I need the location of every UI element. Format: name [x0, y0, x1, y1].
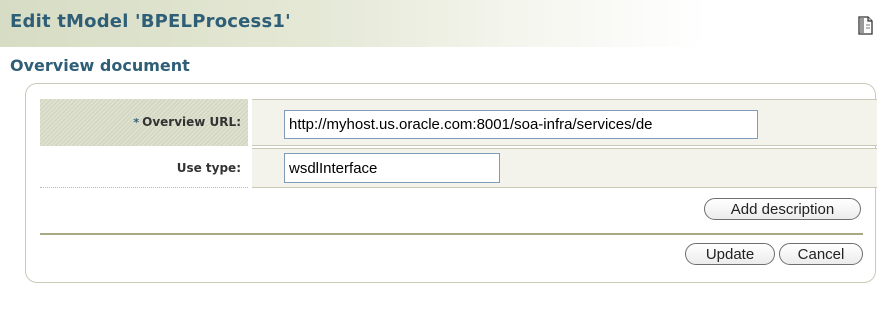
use-type-value-cell: [252, 148, 877, 188]
overview-url-row: * Overview URL:: [40, 99, 877, 146]
page-title: Edit tModel 'BPELProcess1': [10, 11, 291, 32]
overview-url-label-cell: * Overview URL:: [40, 99, 248, 146]
use-type-label-cell: Use type:: [40, 148, 248, 188]
overview-url-input[interactable]: [284, 110, 758, 139]
overview-url-value-cell: [252, 99, 877, 146]
title-bar: Edit tModel 'BPELProcess1': [0, 0, 887, 47]
use-type-input[interactable]: [284, 153, 500, 183]
page: Edit tModel 'BPELProcess1' Overview docu…: [0, 0, 887, 311]
required-marker: *: [133, 116, 140, 129]
use-type-label: Use type:: [176, 161, 241, 175]
section-title: Overview document: [10, 56, 190, 75]
cancel-button[interactable]: Cancel: [779, 243, 863, 265]
update-button[interactable]: Update: [685, 243, 775, 265]
overview-url-label: Overview URL:: [142, 115, 241, 129]
separator: [40, 233, 863, 235]
page-icon[interactable]: [857, 16, 875, 35]
use-type-row: Use type:: [40, 148, 877, 188]
add-description-button[interactable]: Add description: [704, 198, 861, 220]
